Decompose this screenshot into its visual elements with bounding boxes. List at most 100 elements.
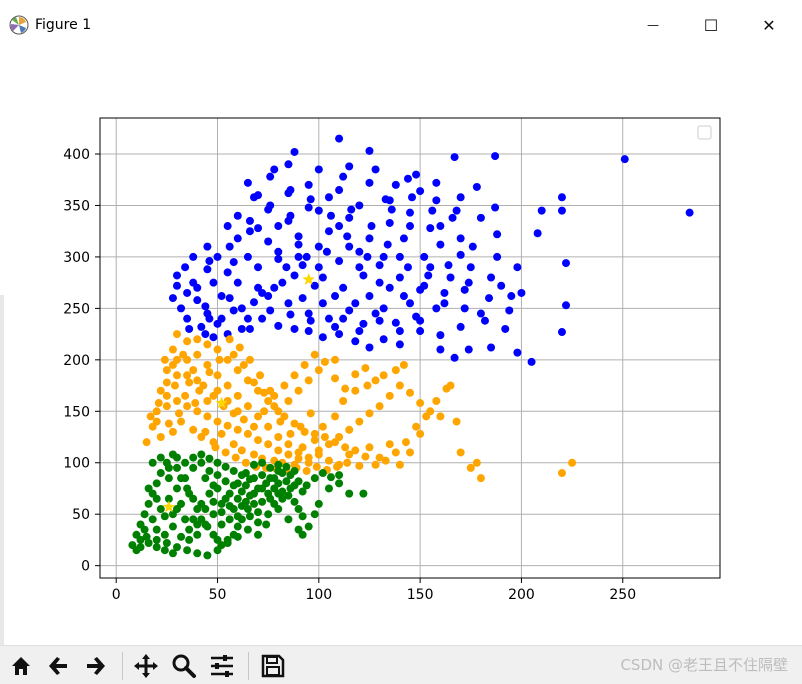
forward-button[interactable] bbox=[80, 651, 110, 681]
data-point bbox=[249, 460, 258, 469]
data-point bbox=[213, 546, 222, 555]
data-point bbox=[233, 211, 242, 220]
data-point bbox=[318, 333, 327, 342]
data-point bbox=[237, 471, 246, 480]
data-point bbox=[197, 450, 206, 459]
data-point bbox=[181, 391, 190, 400]
data-point bbox=[233, 391, 242, 400]
data-point bbox=[371, 165, 380, 174]
data-point bbox=[201, 302, 210, 311]
data-point bbox=[249, 499, 258, 508]
data-point bbox=[294, 386, 303, 395]
data-point bbox=[456, 193, 465, 202]
data-point bbox=[367, 222, 376, 231]
data-point bbox=[487, 273, 496, 282]
data-point bbox=[172, 330, 181, 339]
data-point bbox=[209, 481, 218, 490]
data-point bbox=[379, 304, 388, 313]
y-tick-label: 150 bbox=[63, 404, 90, 420]
data-point bbox=[280, 412, 289, 421]
scatter-chart: 0 50 100 150 200 250 0 50 100 150 200 250 300 350 400 bbox=[63, 117, 721, 603]
data-point bbox=[460, 285, 469, 294]
data-point bbox=[146, 412, 155, 421]
minimize-button[interactable]: — bbox=[624, 0, 682, 50]
data-point bbox=[304, 327, 313, 336]
pan-button[interactable] bbox=[131, 651, 161, 681]
data-point bbox=[243, 178, 252, 187]
data-point bbox=[300, 427, 309, 436]
data-point bbox=[513, 348, 522, 357]
data-point bbox=[395, 340, 404, 349]
data-point bbox=[391, 448, 400, 457]
data-point bbox=[201, 330, 210, 339]
data-point bbox=[239, 360, 248, 369]
data-point bbox=[233, 425, 242, 434]
data-point bbox=[213, 417, 222, 426]
figure-canvas[interactable]: 0 50 100 150 200 250 0 50 100 150 200 250 300 350 400 bbox=[0, 50, 802, 645]
maximize-button[interactable]: ☐ bbox=[682, 0, 740, 50]
save-button[interactable] bbox=[258, 651, 288, 681]
data-point bbox=[304, 522, 313, 531]
data-point bbox=[406, 222, 414, 231]
configure-subplots-button[interactable] bbox=[207, 651, 237, 681]
close-button[interactable]: ✕ bbox=[740, 0, 798, 50]
data-point bbox=[557, 193, 566, 202]
data-point bbox=[181, 458, 190, 467]
data-point bbox=[298, 294, 307, 303]
data-point bbox=[304, 309, 313, 318]
data-point bbox=[193, 520, 202, 529]
data-point bbox=[142, 438, 151, 447]
data-point bbox=[557, 469, 566, 478]
data-point bbox=[562, 301, 571, 310]
data-point bbox=[243, 429, 252, 438]
data-point bbox=[359, 319, 368, 328]
data-point bbox=[460, 304, 469, 313]
data-point bbox=[318, 299, 327, 308]
back-button[interactable] bbox=[44, 651, 74, 681]
data-point bbox=[406, 299, 414, 308]
home-button[interactable] bbox=[6, 651, 36, 681]
maximize-icon: ☐ bbox=[703, 15, 719, 35]
data-point bbox=[335, 257, 344, 266]
data-point bbox=[223, 355, 232, 364]
data-point bbox=[183, 337, 192, 346]
data-point bbox=[254, 530, 263, 539]
data-point bbox=[294, 252, 303, 261]
data-point bbox=[172, 281, 181, 290]
data-point bbox=[201, 520, 210, 529]
data-point bbox=[264, 396, 273, 405]
data-point bbox=[209, 278, 218, 287]
data-point bbox=[403, 263, 412, 272]
data-point bbox=[172, 453, 181, 462]
data-point bbox=[249, 422, 258, 431]
data-point bbox=[375, 316, 384, 325]
data-point bbox=[371, 460, 380, 469]
data-point bbox=[233, 407, 242, 416]
data-point bbox=[280, 381, 289, 390]
data-point bbox=[444, 261, 453, 270]
data-point bbox=[426, 224, 435, 233]
data-point bbox=[266, 306, 275, 315]
data-point bbox=[274, 446, 283, 455]
data-point bbox=[491, 203, 500, 212]
data-point bbox=[156, 433, 165, 442]
data-point bbox=[343, 232, 352, 241]
watermark: CSDN @老王且不住隔壁 bbox=[620, 656, 788, 674]
data-point bbox=[213, 471, 222, 480]
data-point bbox=[399, 234, 408, 243]
data-point bbox=[233, 366, 242, 375]
data-point bbox=[148, 515, 157, 524]
data-point bbox=[266, 463, 275, 472]
data-point bbox=[391, 366, 400, 375]
window-title: Figure 1 bbox=[35, 17, 92, 33]
data-point bbox=[274, 433, 283, 442]
toolbar-separator bbox=[122, 652, 123, 680]
data-point bbox=[331, 374, 340, 383]
data-point bbox=[408, 193, 417, 202]
data-point bbox=[233, 512, 242, 521]
data-point bbox=[440, 288, 449, 297]
data-point bbox=[436, 240, 445, 249]
zoom-button[interactable] bbox=[169, 651, 199, 681]
data-point bbox=[241, 458, 250, 467]
data-point bbox=[294, 240, 303, 249]
